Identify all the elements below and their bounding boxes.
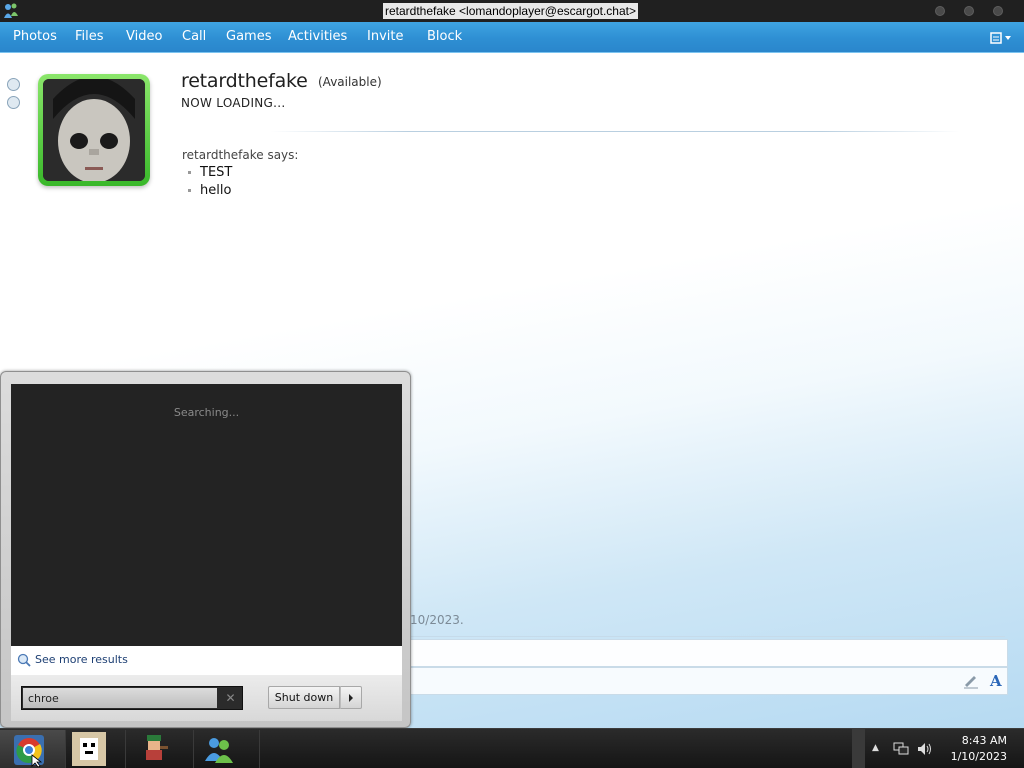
menu-invite[interactable]: Invite: [367, 29, 403, 45]
sender-line: retardthefake says:: [182, 148, 299, 162]
menu-files[interactable]: Files: [75, 29, 104, 45]
input-divider: [410, 636, 1005, 637]
menu-photos[interactable]: Photos: [13, 29, 57, 45]
searching-text: Searching...: [173, 406, 240, 419]
window-title: retardthefake <lomandoplayer@escargot.ch…: [383, 3, 638, 19]
personal-message: NOW LOADING...: [181, 96, 286, 110]
date-note: 10/2023.: [410, 613, 464, 627]
header-divider: [270, 131, 960, 132]
see-more-results-link[interactable]: See more results: [11, 646, 402, 675]
clock[interactable]: 8:43 AM 1/10/2023: [951, 733, 1007, 765]
character-icon: [146, 735, 168, 760]
search-box: ✕: [21, 686, 243, 710]
start-menu-footer: ✕ Shut down: [11, 675, 402, 721]
bullet-icon: [188, 171, 191, 174]
search-input[interactable]: [23, 688, 217, 708]
message-text: TEST: [200, 165, 233, 180]
message-input[interactable]: [410, 639, 1008, 667]
taskbar-scrollbar[interactable]: [852, 729, 865, 768]
menu-bar: Photos Files Video Call Games Activities…: [0, 22, 1024, 53]
start-menu: Searching... See more results ✕ Shut dow…: [0, 371, 411, 728]
svg-text:A: A: [989, 672, 1002, 690]
menu-video[interactable]: Video: [126, 29, 162, 45]
menu-activities[interactable]: Activities: [288, 29, 347, 45]
volume-icon[interactable]: [917, 742, 933, 756]
tray-expand-icon[interactable]: ▲: [872, 743, 879, 753]
bullet-icon: [188, 189, 191, 192]
minimize-button[interactable]: [935, 6, 945, 16]
menu-block[interactable]: Block: [427, 29, 462, 45]
avatar[interactable]: [38, 74, 150, 186]
input-toolbar: [410, 667, 1008, 695]
avatar-face-icon: [43, 79, 145, 181]
messenger-buddies-icon: [205, 738, 233, 763]
taskbar-character[interactable]: [128, 730, 194, 768]
close-button[interactable]: [993, 6, 1003, 16]
message-item: TEST: [188, 165, 232, 180]
expand-icon[interactable]: [7, 78, 20, 91]
messenger-icon: [4, 3, 18, 18]
see-more-label: See more results: [35, 653, 128, 666]
contact-status: (Available): [318, 75, 382, 89]
taskbar-messenger[interactable]: [194, 730, 260, 768]
game-sprite-icon: [72, 732, 106, 766]
clock-time: 8:43 AM: [961, 734, 1007, 747]
search-results-panel: Searching...: [11, 384, 402, 646]
shutdown-button[interactable]: Shut down: [268, 686, 340, 709]
menu-call[interactable]: Call: [182, 29, 206, 45]
clock-date: 1/10/2023: [950, 750, 1007, 763]
shutdown-options-button[interactable]: [340, 686, 362, 709]
message-text: hello: [200, 183, 232, 198]
message-item: hello: [188, 183, 231, 198]
avatar-picture: [43, 79, 145, 181]
font-icon[interactable]: A: [986, 670, 1006, 690]
chrome-icon: [14, 735, 44, 767]
search-icon: [17, 653, 31, 667]
maximize-button[interactable]: [964, 6, 974, 16]
network-icon[interactable]: [893, 742, 909, 756]
contact-name: retardthefake: [181, 70, 308, 92]
taskbar-game[interactable]: [60, 730, 126, 768]
menu-games[interactable]: Games: [226, 29, 271, 45]
contact-card-icon[interactable]: [7, 96, 20, 109]
title-bar: retardthefake <lomandoplayer@escargot.ch…: [0, 0, 1024, 22]
pencil-icon[interactable]: [961, 670, 981, 690]
clear-search-icon[interactable]: ✕: [220, 688, 241, 708]
taskbar: ▲ 8:43 AM 1/10/2023: [0, 728, 1024, 768]
options-menu-icon[interactable]: [990, 31, 1012, 45]
taskbar-chrome[interactable]: [0, 730, 66, 768]
